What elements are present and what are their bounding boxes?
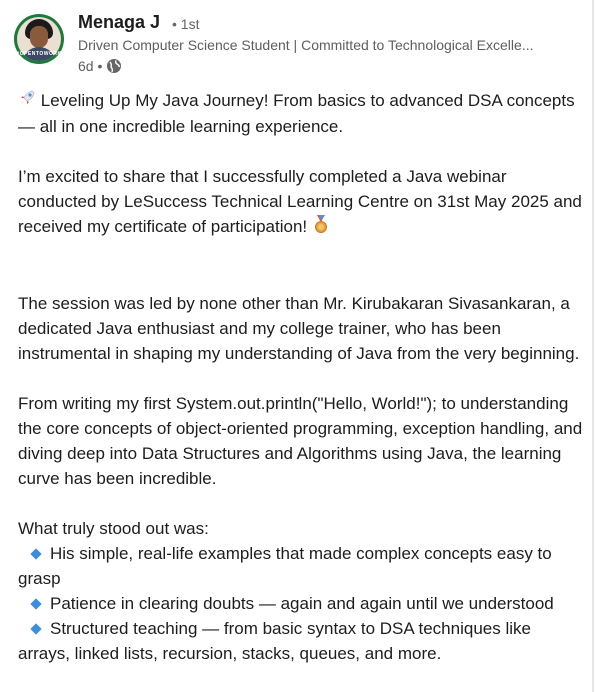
- globe-icon: [106, 58, 122, 74]
- feed-post: #OPENTOWORK Menaga J • 1st Driven Comput…: [0, 0, 594, 692]
- connection-degree: • 1st: [172, 16, 200, 32]
- post-paragraph-3: From writing my first System.out.println…: [18, 394, 583, 489]
- bullet-text: Structured teaching — from basic syntax …: [18, 619, 531, 664]
- post-body: Leveling Up My Java Journey! From basics…: [18, 88, 584, 666]
- post-meta: 6d •: [78, 57, 122, 75]
- intro-text: Leveling Up My Java Journey! From basics…: [18, 91, 575, 137]
- card-border: [592, 0, 594, 692]
- post-paragraph-2: The session was led by none other than M…: [18, 294, 580, 364]
- rocket-icon: [18, 89, 36, 114]
- medal-icon: [312, 214, 330, 241]
- open-to-work-badge: #OPENTOWORK: [16, 51, 62, 57]
- list-item: His simple, real-life examples that made…: [18, 541, 584, 591]
- standout-heading: What truly stood out was:: [18, 519, 209, 539]
- list-item: Patience in clearing doubts — again and …: [18, 591, 584, 616]
- author-avatar[interactable]: #OPENTOWORK: [14, 14, 64, 64]
- blue-diamond-icon: [30, 547, 42, 560]
- para1-text: I’m excited to share that I successfully…: [18, 167, 582, 237]
- post-paragraph-1: I’m excited to share that I successfully…: [18, 164, 584, 241]
- author-headline[interactable]: Driven Computer Science Student | Commit…: [78, 37, 568, 53]
- post-time: 6d •: [78, 58, 103, 74]
- bullet-text: Patience in clearing doubts — again and …: [50, 594, 554, 614]
- blue-diamond-icon: [30, 622, 42, 635]
- list-item: Structured teaching — from basic syntax …: [18, 616, 584, 666]
- blue-diamond-icon: [30, 597, 42, 610]
- bullet-text: His simple, real-life examples that made…: [18, 544, 552, 589]
- post-intro: Leveling Up My Java Journey! From basics…: [18, 88, 584, 139]
- author-name[interactable]: Menaga J: [78, 12, 160, 33]
